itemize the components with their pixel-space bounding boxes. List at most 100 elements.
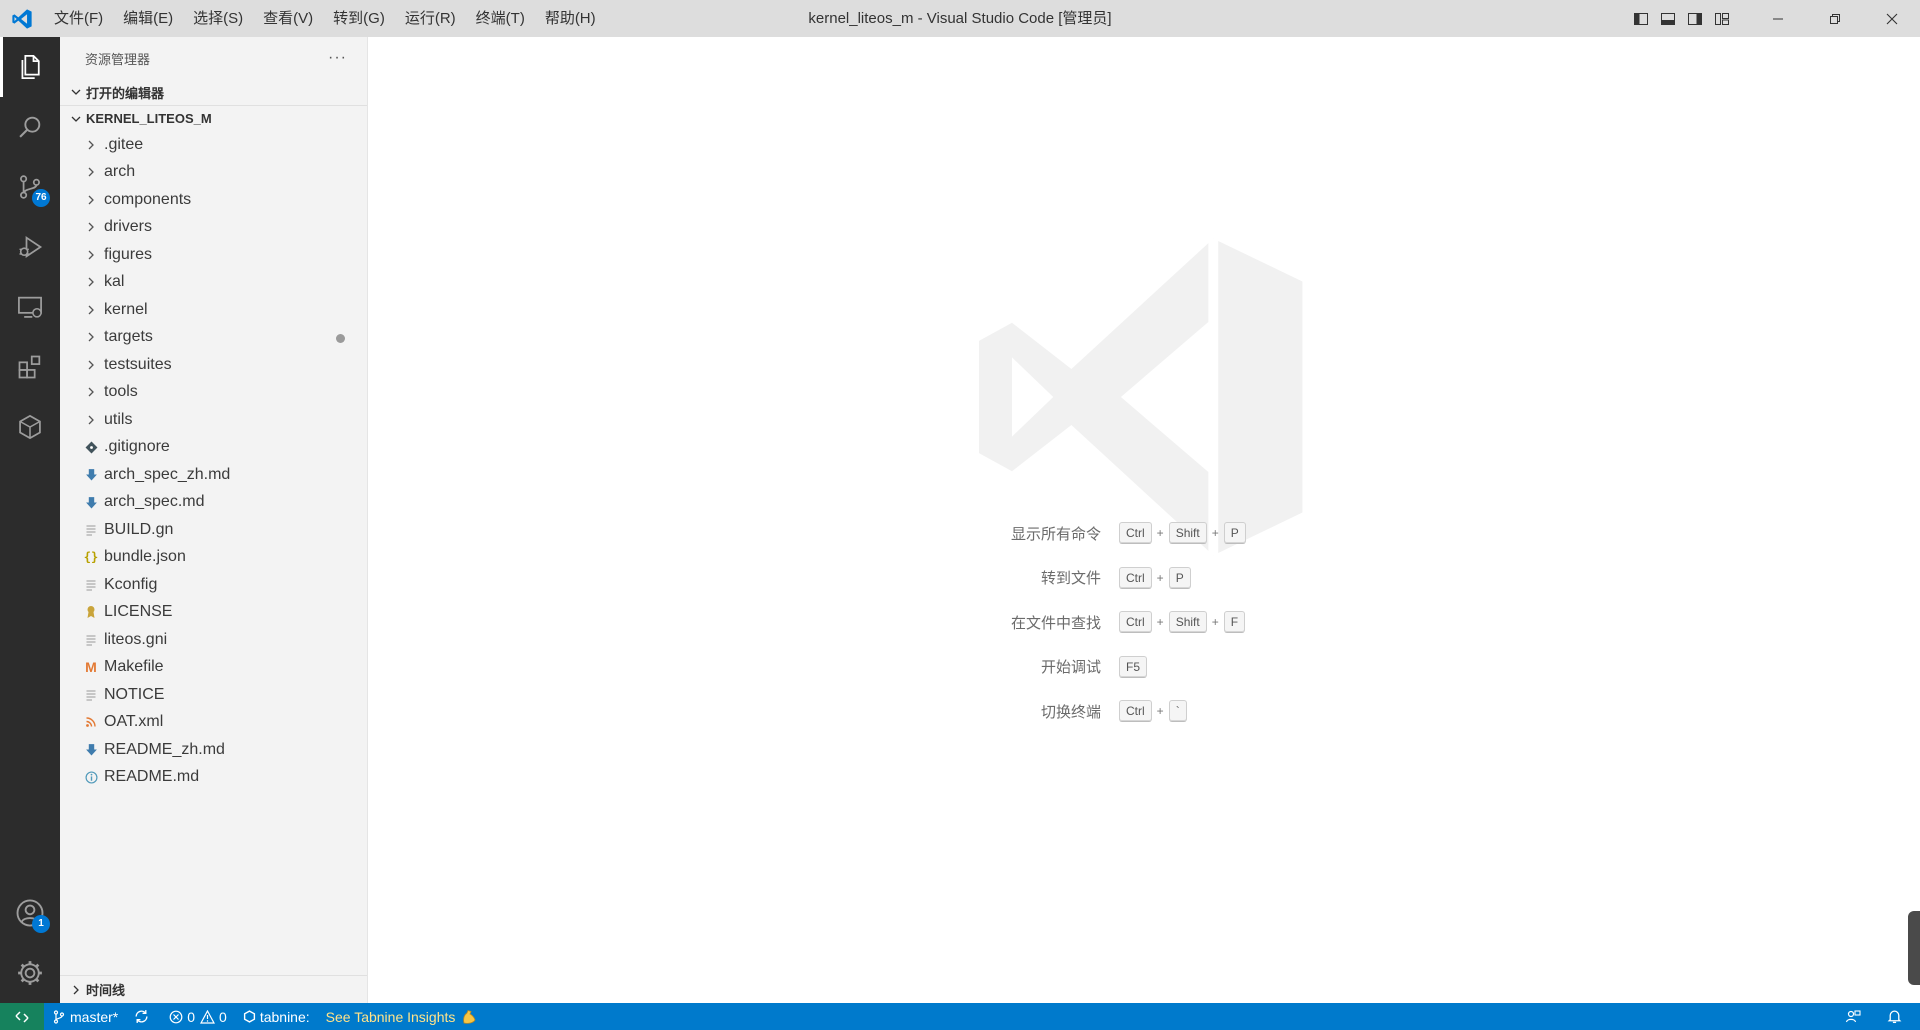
shortcut-row: 切换终端 Ctrl + ` [369, 689, 1920, 734]
file-build-gn[interactable]: BUILD.gn [60, 516, 367, 544]
menu-edit[interactable]: 编辑(E) [113, 0, 183, 37]
folder-figures[interactable]: figures [60, 241, 367, 269]
git-branch-icon [53, 1009, 65, 1024]
lines-icon [80, 689, 102, 701]
menu-go[interactable]: 转到(G) [323, 0, 395, 37]
editor-area[interactable]: 显示所有命令 Ctrl + Shift + P 转到文件 Ctrl + P 在文件中查… [369, 37, 1920, 1003]
file-liteos-gni[interactable]: liteos.gni [60, 626, 367, 654]
chevron-right-icon [80, 331, 102, 343]
file-bundle-json[interactable]: {} bundle.json [60, 544, 367, 572]
error-icon [169, 1010, 183, 1023]
side-scroll-handle[interactable] [1908, 911, 1920, 985]
file-gitignore[interactable]: .gitignore [60, 434, 367, 462]
folder-kernel[interactable]: kernel [60, 296, 367, 324]
keybinding-key: Shift [1168, 611, 1207, 634]
activity-bar: 76 1 [0, 37, 60, 1003]
activity-run-debug[interactable] [0, 217, 60, 277]
files-icon [21, 55, 40, 79]
menu-selection[interactable]: 选择(S) [183, 0, 253, 37]
vscode-logo-icon [0, 0, 44, 37]
close-window-button[interactable] [1863, 0, 1920, 37]
activity-manage[interactable] [0, 943, 60, 1003]
customize-layout-button[interactable] [1708, 0, 1735, 37]
chevron-right-icon [80, 221, 102, 233]
shortcut-label: 在文件中查找 [1010, 614, 1101, 632]
folder-drivers[interactable]: drivers [60, 214, 367, 242]
toggle-panel-button[interactable] [1654, 0, 1681, 37]
chevron-down-icon [66, 86, 86, 98]
feedback-button[interactable] [1833, 1003, 1877, 1030]
folder-testsuites[interactable]: testsuites [60, 351, 367, 379]
chevron-right-icon [80, 386, 102, 398]
activity-source-control[interactable]: 76 [0, 157, 60, 217]
explorer-more-actions[interactable]: ··· [328, 49, 347, 67]
timeline-section[interactable]: 时间线 [60, 975, 367, 1003]
folder-kal[interactable]: kal [60, 269, 367, 297]
file-readme-md[interactable]: README.md [60, 764, 367, 792]
chevron-down-icon [66, 113, 86, 125]
chevron-right-icon [80, 304, 102, 316]
shortcut-label: 开始调试 [1040, 659, 1101, 677]
menu-help[interactable]: 帮助(H) [535, 0, 606, 37]
folder-arch[interactable]: arch [60, 159, 367, 187]
menu-terminal[interactable]: 终端(T) [466, 0, 535, 37]
toggle-primary-sidebar-button[interactable] [1627, 0, 1654, 37]
chevron-right-icon [66, 984, 86, 996]
file-arch-spec-md[interactable]: arch_spec.md [60, 489, 367, 517]
folder-tools[interactable]: tools [60, 379, 367, 407]
markdown-down-icon [80, 496, 102, 509]
layout-sidebar-right-icon [1687, 12, 1702, 25]
feedback-icon [1845, 1009, 1861, 1022]
tree-item-label: testsuites [104, 355, 172, 373]
activity-remote-explorer[interactable] [0, 277, 60, 337]
folder-gitee[interactable]: .gitee [60, 131, 367, 159]
tree-item-label: NOTICE [104, 685, 165, 703]
activity-hexagon-extension[interactable] [0, 397, 60, 457]
branch-status[interactable]: master* [44, 1003, 126, 1030]
remote-indicator-button[interactable] [0, 1003, 44, 1030]
activity-accounts[interactable]: 1 [0, 883, 60, 943]
tabnine-status[interactable]: tabnine: [235, 1003, 318, 1030]
activity-extensions[interactable] [0, 337, 60, 397]
sync-button[interactable] [126, 1003, 161, 1030]
shortcut-label: 转到文件 [1040, 570, 1101, 588]
modified-indicator [336, 333, 345, 343]
shortcut-row: 转到文件 Ctrl + P [369, 556, 1920, 601]
file-license[interactable]: LICENSE [60, 599, 367, 627]
file-kconfig[interactable]: Kconfig [60, 571, 367, 599]
tree-item-label: LICENSE [104, 603, 173, 621]
tabnine-insights-link[interactable]: See Tabnine Insights [318, 1003, 490, 1030]
warning-count: 0 [219, 1008, 227, 1025]
file-notice[interactable]: NOTICE [60, 681, 367, 709]
tree-item-label: bundle.json [104, 548, 186, 566]
makefile-m-icon: M [85, 659, 97, 676]
file-oat-xml[interactable]: OAT.xml [60, 709, 367, 737]
tree-item-label: kal [104, 273, 125, 291]
folder-targets[interactable]: targets [60, 324, 367, 352]
notifications-button[interactable] [1877, 1003, 1920, 1030]
shortcut-label: 显示所有命令 [1010, 525, 1101, 543]
workspace-section[interactable]: KERNEL_LITEOS_M [60, 105, 367, 131]
folder-components[interactable]: components [60, 186, 367, 214]
folder-utils[interactable]: utils [60, 406, 367, 434]
restore-button[interactable] [1806, 0, 1863, 37]
problems-status[interactable]: 0 0 [161, 1003, 235, 1030]
file-tree: .gitee arch components drivers figures k… [60, 131, 367, 791]
explorer-title: 资源管理器 [85, 51, 151, 67]
menu-file[interactable]: 文件(F) [44, 0, 113, 37]
toggle-secondary-sidebar-button[interactable] [1681, 0, 1708, 37]
tree-item-label: liteos.gni [104, 630, 168, 648]
error-count: 0 [187, 1008, 196, 1025]
file-readme-zh-md[interactable]: README_zh.md [60, 736, 367, 764]
keybinding-key: Ctrl [1119, 522, 1152, 545]
menu-run[interactable]: 运行(R) [395, 0, 466, 37]
activity-explorer[interactable] [0, 37, 60, 97]
activity-search[interactable] [0, 97, 60, 157]
file-arch-spec-zh-md[interactable]: arch_spec_zh.md [60, 461, 367, 489]
minimize-button[interactable] [1749, 0, 1806, 37]
tree-item-label: targets [104, 328, 153, 346]
file-makefile[interactable]: M Makefile [60, 654, 367, 682]
open-editors-section[interactable]: 打开的编辑器 [60, 79, 367, 105]
layout-panel-icon [1660, 12, 1675, 25]
menu-view[interactable]: 查看(V) [253, 0, 323, 37]
